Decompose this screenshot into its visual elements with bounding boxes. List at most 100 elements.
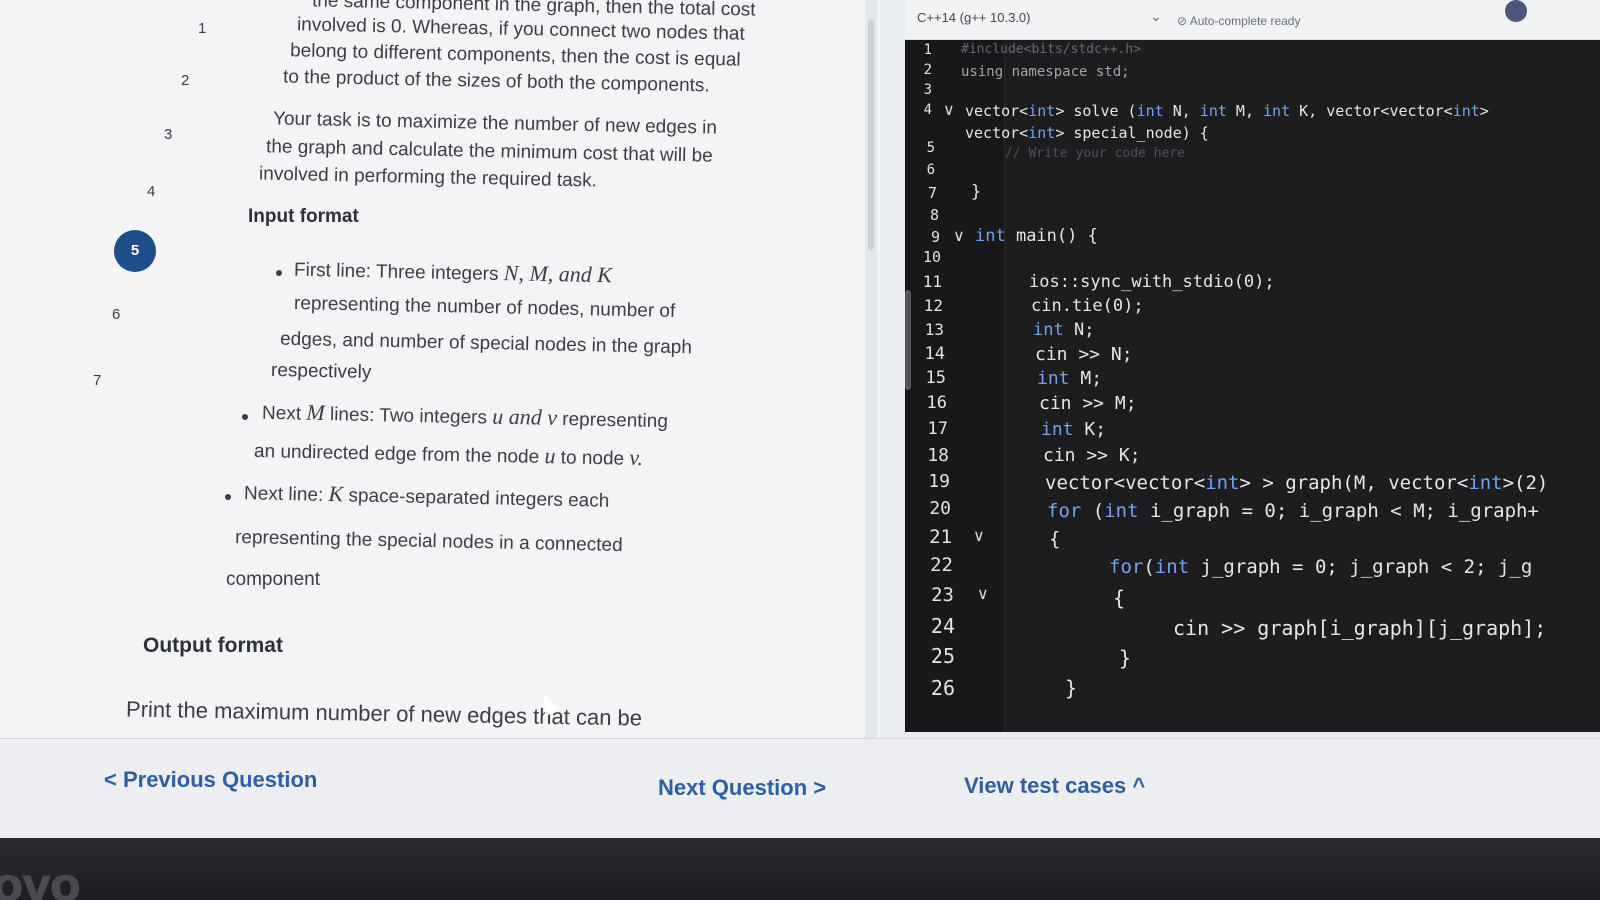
code-line: cin.tie(0);: [1031, 296, 1144, 316]
code-line: }: [1119, 646, 1132, 670]
output-format-heading: Output format: [143, 634, 283, 657]
input-item-2-prefix: Next: [261, 402, 307, 425]
question-number-3[interactable]: 3: [164, 126, 172, 143]
input-item-2-math2: u and v: [492, 403, 558, 430]
line-number: 2: [923, 62, 932, 78]
code-line: cin >> N;: [1035, 344, 1133, 365]
code-line: vector<vector<int> > graph(M, vector<int…: [1045, 472, 1549, 494]
line-number: 15: [925, 368, 946, 388]
line-number: 11: [922, 272, 942, 291]
chevron-down-icon[interactable]: ⌄: [1150, 8, 1162, 25]
code-line: }: [971, 182, 982, 202]
input-item-3: Next line: K space-separated integers ea…: [244, 480, 610, 514]
input-item-2: Next M lines: Two integers u and v repre…: [262, 400, 668, 434]
github-icon[interactable]: [1505, 0, 1527, 22]
question-number-1[interactable]: 1: [198, 20, 206, 37]
view-test-cases-link[interactable]: View test cases ^: [964, 773, 1145, 799]
code-line: for(int j_graph = 0; j_graph < 2; j_g: [1109, 556, 1533, 578]
input-item-1-line: respectively: [270, 359, 372, 384]
bullet-dot: [225, 494, 231, 500]
line-number: 6: [926, 162, 935, 178]
code-line: vector<int> special_node) {: [965, 124, 1209, 142]
code-line: cin >> graph[i_graph][j_graph];: [1173, 616, 1547, 640]
output-line: Print the maximum number of new edges th…: [125, 696, 643, 731]
code-line: int M;: [1037, 368, 1103, 389]
next-question-link[interactable]: Next Question >: [658, 775, 826, 801]
bullet-dot: [242, 414, 248, 420]
problem-scrollbar[interactable]: [865, 0, 877, 738]
code-line: // Write your code here: [1005, 146, 1186, 161]
fold-toggle-icon[interactable]: ∨: [943, 100, 955, 119]
code-line: {: [1113, 586, 1126, 610]
question-number-5-current[interactable]: 5: [114, 230, 156, 272]
code-line: #include<bits/stdc++.h>: [961, 42, 1142, 57]
question-number-4[interactable]: 4: [147, 183, 155, 200]
code-line: cin >> M;: [1039, 393, 1137, 414]
input-item-2-math: M: [306, 399, 326, 426]
input-format-heading: Input format: [248, 206, 359, 227]
screen: 1 2 3 4 5 6 7 the same component in the …: [0, 0, 1600, 838]
code-line: ios::sync_with_stdio(0);: [1029, 272, 1275, 292]
statement-line: Your task is to maximize the number of n…: [272, 108, 718, 139]
code-editor[interactable]: 1 2 3 4 5 6 7 8 9 10 11 12 13 14 15 16 1…: [905, 40, 1600, 732]
line-number: 5: [926, 140, 935, 156]
input-item-3-suffix: space-separated integers each: [342, 485, 610, 512]
fold-toggle-icon[interactable]: ∨: [977, 584, 989, 603]
line-number: 4: [923, 102, 932, 118]
question-number-6[interactable]: 6: [112, 306, 120, 323]
code-line: for (int i_graph = 0; i_graph < M; i_gra…: [1047, 500, 1539, 522]
question-number-7[interactable]: 7: [93, 372, 101, 389]
input-item-2-rest-math2: v.: [629, 444, 644, 471]
line-number: 1: [923, 42, 932, 58]
line-number: 24: [930, 614, 955, 638]
fold-toggle-icon[interactable]: ∨: [953, 226, 965, 245]
line-number: 9: [930, 228, 940, 246]
input-item-1-math: N, M, and K: [503, 260, 613, 288]
line-number: 26: [930, 676, 955, 700]
brand-logo: ovo: [0, 858, 81, 900]
code-line: using namespace std;: [961, 64, 1130, 80]
language-select[interactable]: C++14 (g++ 10.3.0): [917, 10, 1030, 25]
line-number: 22: [930, 554, 953, 576]
input-item-2-line: an undirected edge from the node u to no…: [254, 438, 644, 472]
autocomplete-label: Auto-complete ready: [1189, 14, 1301, 28]
scrollbar-thumb[interactable]: [868, 20, 874, 250]
editor-toolbar: C++14 (g++ 10.3.0) ⌄ ⊘ Auto-complete rea…: [905, 0, 1600, 40]
bullet-dot: [276, 270, 282, 276]
previous-question-link[interactable]: < Previous Question: [104, 767, 317, 793]
line-number: 25: [930, 644, 955, 668]
line-number: 10: [922, 248, 941, 266]
problem-panel: 1 2 3 4 5 6 7 the same component in the …: [0, 0, 880, 738]
code-line: {: [1049, 528, 1061, 550]
fold-toggle-icon[interactable]: ∨: [973, 526, 985, 545]
input-item-3-line: component: [226, 569, 321, 590]
line-number: 23: [931, 584, 954, 606]
input-item-3-line: representing the special nodes in a conn…: [234, 526, 623, 557]
line-number: 16: [926, 393, 947, 413]
input-item-3-math: K: [328, 480, 344, 507]
input-item-1-prefix: First line: Three integers: [293, 259, 504, 286]
line-number: 18: [927, 445, 949, 466]
line-number: 19: [928, 471, 950, 492]
code-line: int main() {: [975, 226, 1098, 246]
input-item-1-line: edges, and number of special nodes in th…: [279, 328, 693, 359]
laptop-bezel: [0, 838, 1600, 900]
input-item-2-suffix: representing: [556, 408, 669, 433]
code-line: int K;: [1041, 419, 1107, 440]
line-number: 8: [929, 206, 939, 224]
input-item-2-rest-pre: an undirected edge from the node: [253, 440, 545, 469]
question-number-2[interactable]: 2: [181, 72, 189, 89]
autocomplete-status: ⊘ Auto-complete ready: [1177, 14, 1301, 28]
line-number: 12: [923, 296, 943, 315]
code-line: cin >> K;: [1043, 445, 1141, 466]
bottom-nav: < Previous Question Next Question > View…: [0, 738, 1600, 838]
line-number: 3: [923, 82, 932, 98]
statement-line: involved in performing the required task…: [258, 163, 598, 192]
line-number: 17: [927, 419, 948, 439]
input-item-2-mid: lines: Two integers: [324, 404, 493, 429]
line-number: 13: [924, 320, 944, 339]
input-item-1-line: representing the number of nodes, number…: [293, 293, 676, 322]
code-line: vector<int> solve (int N, int M, int K, …: [965, 102, 1489, 120]
line-number: 14: [924, 344, 945, 364]
line-number: 7: [927, 184, 937, 202]
